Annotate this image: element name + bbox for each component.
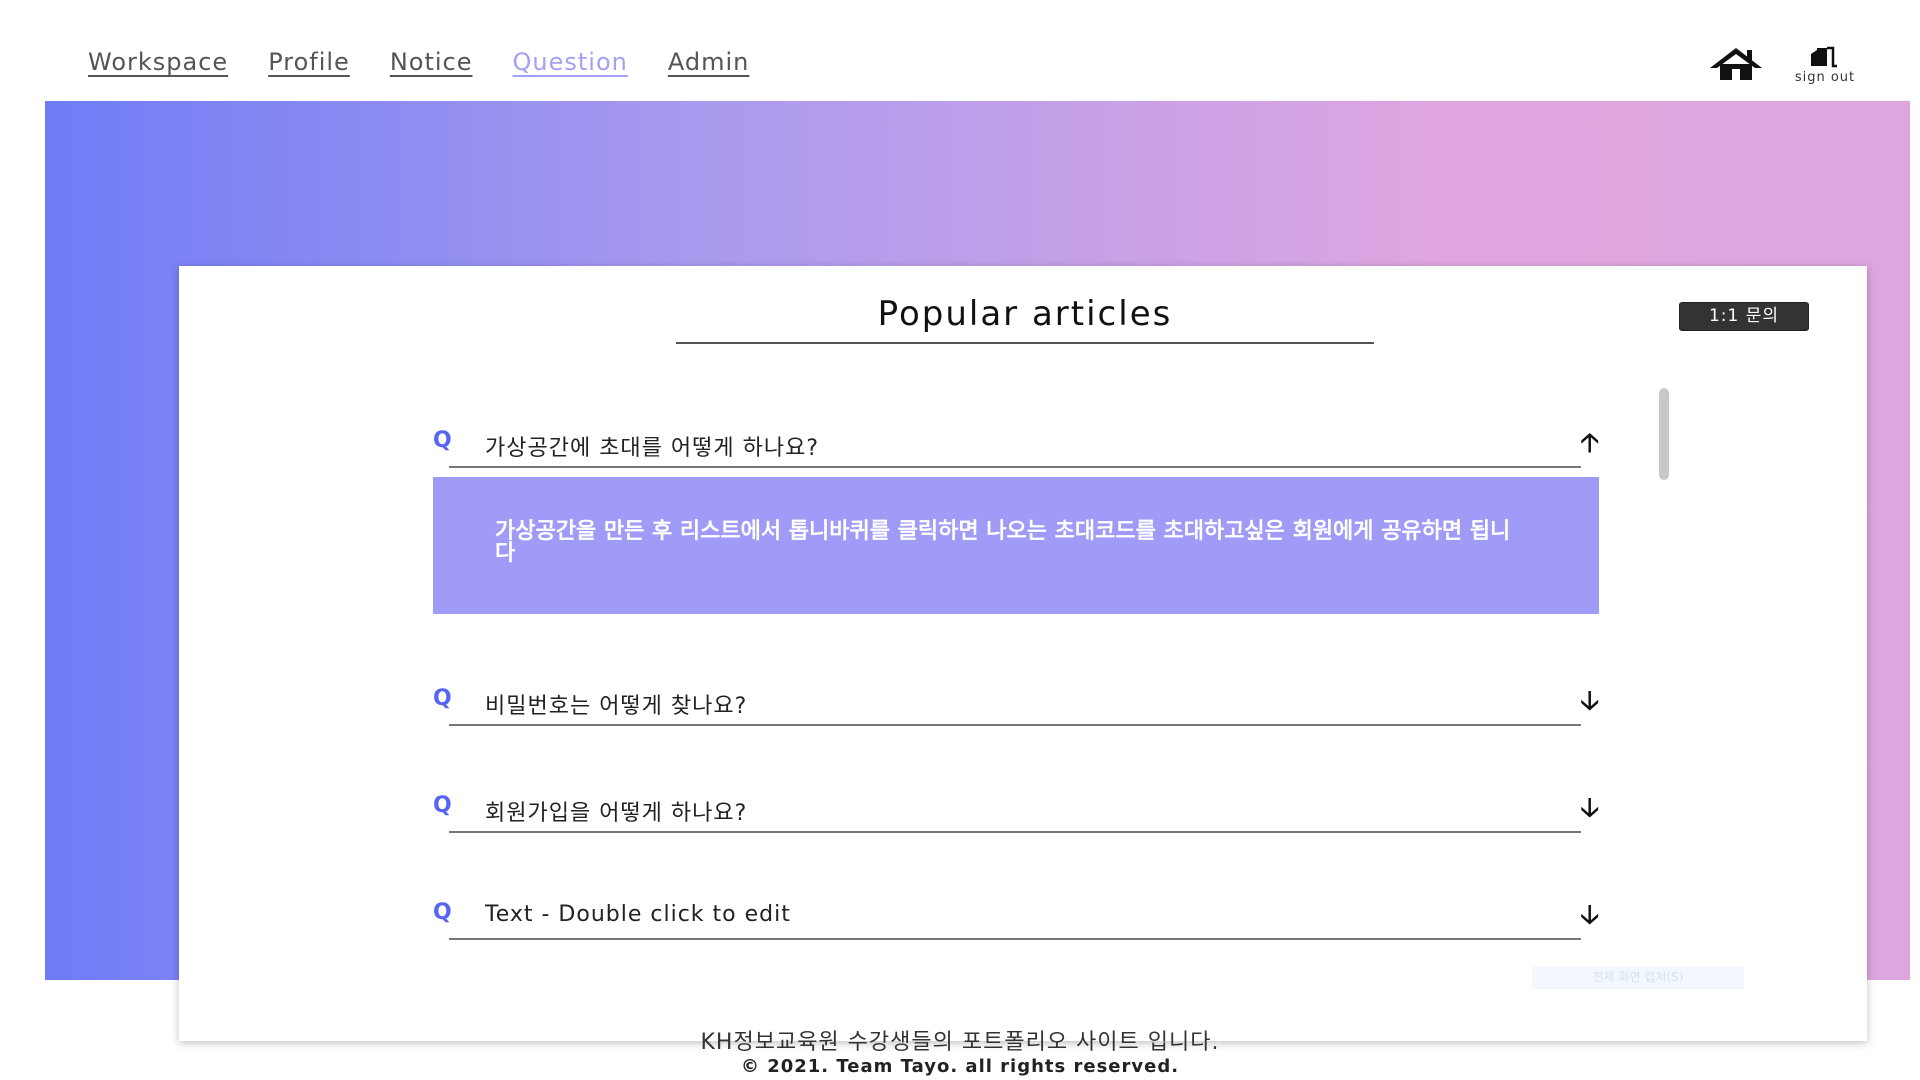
faq-card: Popular articles 1:1 문의 Q 가상공간에 초대를 어떻게 …: [179, 266, 1867, 1041]
screen-capture-hint[interactable]: 전체 화면 캡처(S): [1532, 966, 1744, 989]
faq-question-row[interactable]: Q 비밀번호는 어떻게 찾나요? 🡣: [433, 674, 1599, 726]
faq-question-row[interactable]: Q Text - Double click to edit 🡣: [433, 888, 1599, 940]
footer-line-1: KH정보교육원 수강생들의 포트폴리오 사이트 입니다.: [0, 1024, 1920, 1056]
nav-workspace[interactable]: Workspace: [88, 48, 228, 76]
faq-question-text: Text - Double click to edit: [485, 902, 791, 927]
q-icon: Q: [433, 900, 452, 925]
footer-description: KH정보교육원 수강생들의 포트폴리오 사이트 입니다.: [700, 1030, 1220, 1055]
arrow-down-icon[interactable]: 🡣: [1580, 896, 1599, 940]
faq-item: Q 회원가입을 어떻게 하나요? 🡣: [433, 781, 1599, 833]
faq-item: Q 비밀번호는 어떻게 찾나요? 🡣: [433, 674, 1599, 726]
scrollbar-thumb[interactable]: [1659, 388, 1669, 480]
faq-item: Q Text - Double click to edit 🡣: [433, 888, 1599, 940]
arrow-down-icon[interactable]: 🡣: [1580, 682, 1599, 726]
nav-admin[interactable]: Admin: [668, 48, 750, 76]
q-icon: Q: [433, 428, 452, 453]
faq-answer: 가상공간을 만든 후 리스트에서 톱니바퀴를 클릭하면 나오는 초대코드를 초대…: [433, 477, 1599, 614]
faq-list: Q 가상공간에 초대를 어떻게 하나요? 🡡 가상공간을 만든 후 리스트에서 …: [433, 416, 1599, 940]
sign-out-button[interactable]: sign out: [1780, 46, 1870, 86]
arrow-down-icon[interactable]: 🡣: [1580, 789, 1599, 833]
hero-band: Popular articles 1:1 문의 Q 가상공간에 초대를 어떻게 …: [45, 101, 1910, 1041]
nav-question[interactable]: Question: [513, 48, 628, 76]
faq-question-text: 가상공간에 초대를 어떻게 하나요?: [485, 436, 820, 461]
home-icon: [1710, 48, 1762, 80]
page-title: Popular articles: [676, 294, 1374, 344]
faq-question-text: 비밀번호는 어떻게 찾나요?: [485, 694, 748, 719]
nav-notice[interactable]: Notice: [390, 48, 473, 76]
arrow-up-icon[interactable]: 🡡: [1580, 424, 1599, 468]
footer-copyright: © 2021. Team Tayo. all rights reserved.: [740, 1056, 1180, 1077]
one-to-one-inquiry-button[interactable]: 1:1 문의: [1679, 302, 1809, 331]
sign-out-label: sign out: [1794, 70, 1856, 85]
faq-question-row[interactable]: Q 회원가입을 어떻게 하나요? 🡣: [433, 781, 1599, 833]
home-button[interactable]: [1708, 46, 1764, 80]
top-nav: Workspace Profile Notice Question Admin: [88, 48, 749, 76]
faq-item: Q 가상공간에 초대를 어떻게 하나요? 🡡 가상공간을 만든 후 리스트에서 …: [433, 416, 1599, 614]
faq-question-text: 회원가입을 어떻게 하나요?: [485, 801, 748, 826]
faq-question-row[interactable]: Q 가상공간에 초대를 어떻게 하나요? 🡡: [433, 416, 1599, 468]
q-icon: Q: [433, 793, 452, 818]
q-icon: Q: [433, 686, 452, 711]
footer-line-2: © 2021. Team Tayo. all rights reserved.: [0, 1056, 1920, 1077]
sign-out-door-icon: [1811, 46, 1837, 68]
nav-profile[interactable]: Profile: [268, 48, 350, 76]
